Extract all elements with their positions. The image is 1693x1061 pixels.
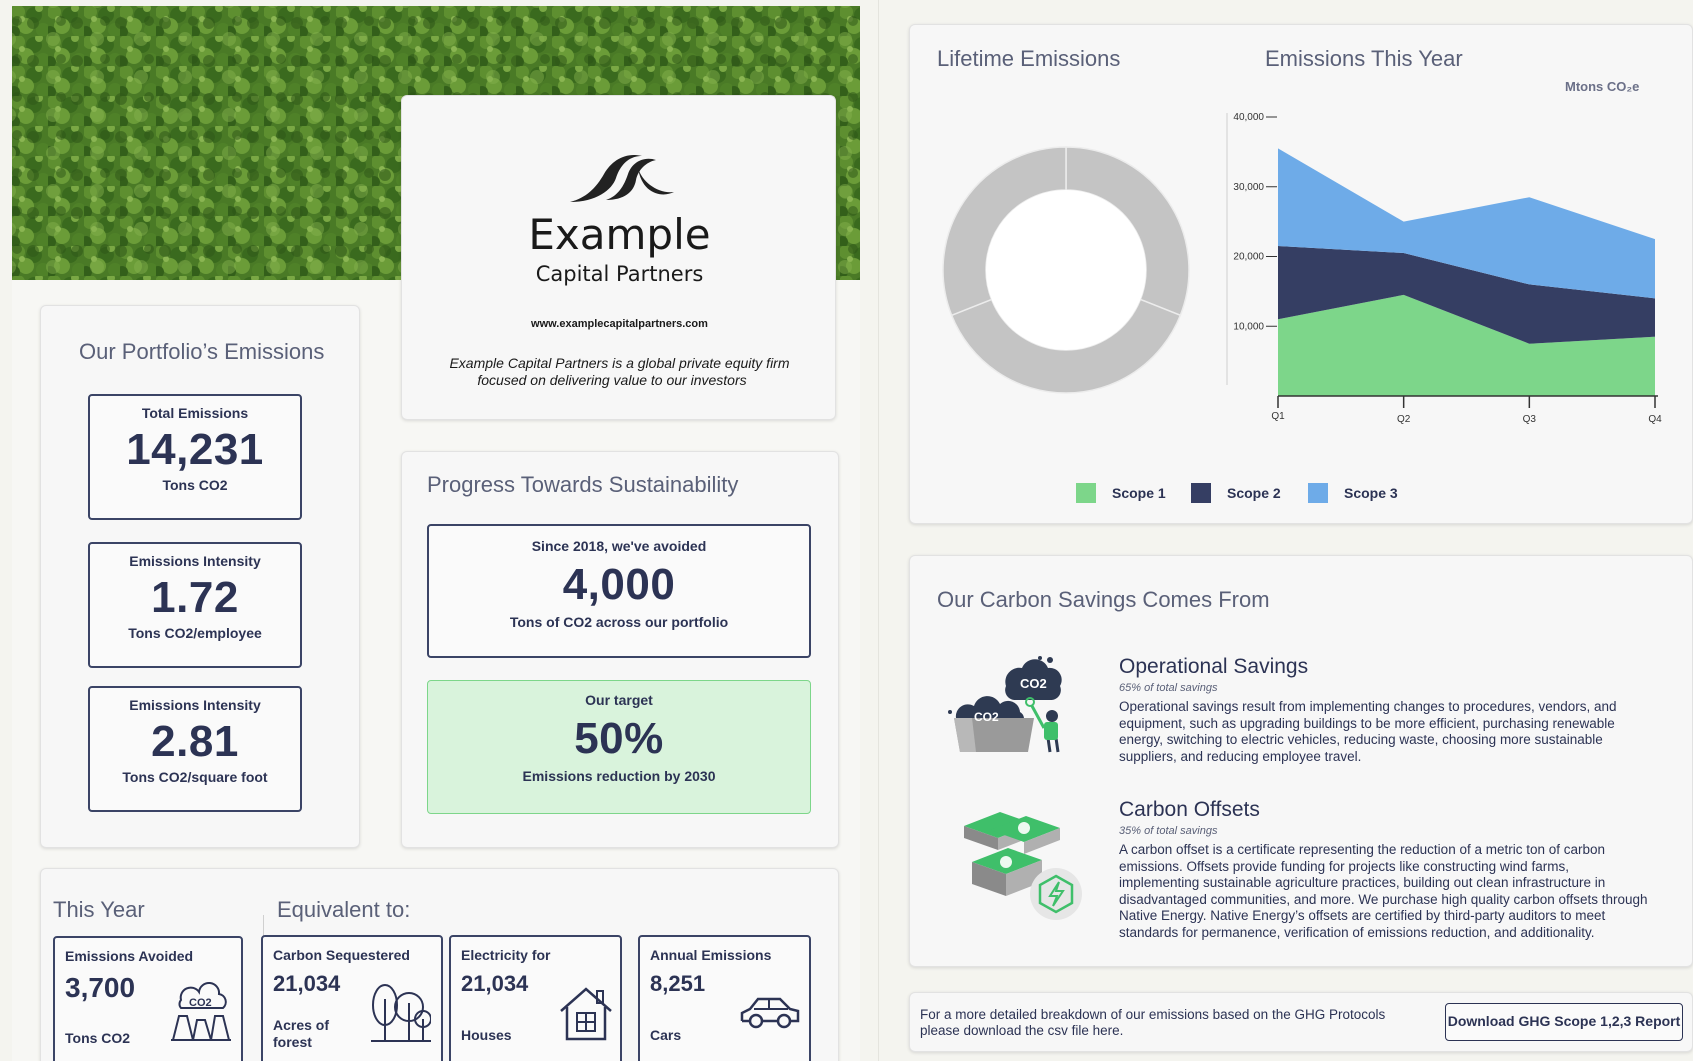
offsets-line: standards for permanence, verification o… xyxy=(1119,924,1595,940)
stat-label: Emissions Intensity xyxy=(129,553,261,569)
progress-card: Progress Towards Sustainability Since 20… xyxy=(401,451,839,848)
y-tick-label: 40,000 xyxy=(1233,112,1264,123)
legend-swatch xyxy=(1076,483,1096,503)
x-tick-label: Q4 xyxy=(1648,414,1662,425)
stat-unit: Tons CO2/employee xyxy=(128,625,262,641)
stat-label: Total Emissions xyxy=(141,405,249,421)
portfolio-heading: Our Portfolio’s Emissions xyxy=(79,339,325,364)
y-tick-label: 30,000 xyxy=(1233,182,1264,193)
annual-emissions-card: Annual Emissions 8,251 Cars xyxy=(638,935,811,1061)
operational-body: Operational savings result from implemen… xyxy=(1119,699,1679,765)
legend-swatch xyxy=(1191,483,1211,503)
offsets-title: Carbon Offsets xyxy=(1119,798,1260,821)
electricity-card: Electricity for 21,034 Houses xyxy=(449,935,622,1061)
eq-unit: Houses xyxy=(461,1027,512,1043)
eq-unit: Tons CO2 xyxy=(65,1030,131,1046)
charts-card: Lifetime Emissions Emissions This Year M… xyxy=(909,24,1693,524)
target-stat: Our target 50% Emissions reduction by 20… xyxy=(427,680,811,814)
brand-tagline-1: Example Capital Partners is a global pri… xyxy=(449,355,790,371)
offsets-line: A carbon offset is a certificate represe… xyxy=(1119,842,1606,857)
download-report-button[interactable]: Download GHG Scope 1,2,3 Report xyxy=(1445,1003,1683,1041)
eq-label: Annual Emissions xyxy=(650,947,772,963)
emissions-avoided-card: Emissions Avoided 3,700 Tons CO2 CO2 xyxy=(53,936,243,1061)
eq-unit-2: forest xyxy=(273,1034,312,1050)
stat-value: 4,000 xyxy=(562,560,676,609)
operational-sub: 65% of total savings xyxy=(1119,682,1218,694)
brand-name: Example xyxy=(528,210,711,259)
operational-line: suppliers, and reducing employee travel. xyxy=(1119,748,1362,764)
eq-value: 3,700 xyxy=(65,972,136,1003)
total-emissions-stat: Total Emissions 14,231 Tons CO2 xyxy=(88,394,302,520)
offsets-line: disadvantaged communities, and more. We … xyxy=(1119,891,1648,907)
carbon-sequestered-card: Carbon Sequestered 21,034 Acres of fores… xyxy=(261,935,443,1061)
stat-label: Emissions Intensity xyxy=(129,697,261,713)
eq-label: Emissions Avoided xyxy=(65,948,194,964)
stat-unit: Tons CO2/square foot xyxy=(122,769,268,785)
stat-value: 2.81 xyxy=(151,717,239,766)
savings-card: Our Carbon Savings Comes From CO2 CO2 Op… xyxy=(909,555,1693,967)
progress-heading: Progress Towards Sustainability xyxy=(427,472,739,497)
offsets-body: A carbon offset is a certificate represe… xyxy=(1119,842,1689,941)
stat-unit: Tons CO2 xyxy=(162,477,228,493)
emissions-area-chart: 10,000 20,000 30,000 40,000 Q1 Q2 Q3 Q4 Scope 1 S… xyxy=(1076,112,1662,503)
this-year-heading: This Year xyxy=(53,897,145,922)
operational-line: energy, switching to electric vehicles, … xyxy=(1119,732,1603,747)
stat-unit: Tons of CO2 across our portfolio xyxy=(509,614,729,630)
co2-text: CO2 xyxy=(974,710,999,724)
legend-label: Scope 1 xyxy=(1112,485,1166,501)
legend-swatch xyxy=(1308,483,1328,503)
car-icon xyxy=(740,997,800,1029)
y-tick-label: 20,000 xyxy=(1233,252,1264,263)
co2-clouds-person-icon: CO2 CO2 xyxy=(948,656,1062,753)
panel-divider xyxy=(878,0,879,1061)
brand-subtitle: Capital Partners xyxy=(535,262,704,286)
eq-unit-1: Acres of xyxy=(273,1017,330,1033)
offsets-line: implementing sustainable agriculture pra… xyxy=(1119,875,1606,890)
eq-value: 8,251 xyxy=(650,971,706,996)
eq-label: Carbon Sequestered xyxy=(273,947,410,963)
eq-unit: Cars xyxy=(650,1027,682,1043)
footer-text-2: please download the csv file here. xyxy=(920,1023,1124,1038)
eq-label: Electricity for xyxy=(461,947,551,963)
operational-line: equipment, such as upgrading buildings t… xyxy=(1119,715,1615,731)
portfolio-card: Our Portfolio’s Emissions Total Emission… xyxy=(40,305,360,848)
operational-title: Operational Savings xyxy=(1119,655,1309,678)
co2-text: CO2 xyxy=(189,997,212,1009)
brand-url[interactable]: www.examplecapitalpartners.com xyxy=(402,318,837,330)
eq-value: 21,034 xyxy=(461,971,529,996)
intensity-sqft-stat: Emissions Intensity 2.81 Tons CO2/square… xyxy=(88,686,302,812)
offsets-line: Native Energy. Native Energy’s offsets a… xyxy=(1119,908,1606,923)
wave-logo-icon xyxy=(570,154,674,202)
legend-label: Scope 2 xyxy=(1227,485,1281,501)
stat-label: Since 2018, we've avoided xyxy=(531,538,707,554)
eq-value: 21,034 xyxy=(273,971,341,996)
brand-card: Example Capital Partners www.examplecapi… xyxy=(401,95,836,420)
offsets-line: emissions. Offsets provide funding for p… xyxy=(1119,858,1569,874)
stat-value: 1.72 xyxy=(151,573,239,622)
brand-tagline-2: focused on delivering value to our inves… xyxy=(477,372,747,388)
co2-text: CO2 xyxy=(1020,676,1047,691)
intensity-employee-stat: Emissions Intensity 1.72 Tons CO2/employ… xyxy=(88,542,302,668)
savings-heading: Our Carbon Savings Comes From xyxy=(937,587,1270,612)
x-tick-label: Q3 xyxy=(1523,414,1537,425)
trees-icon xyxy=(371,984,431,1042)
legend-label: Scope 3 xyxy=(1344,485,1398,501)
x-tick-label: Q2 xyxy=(1397,414,1411,425)
stat-label: Our target xyxy=(585,692,653,708)
stat-value: 50% xyxy=(574,714,664,763)
stat-value: 14,231 xyxy=(126,425,264,474)
money-stack-icon xyxy=(964,812,1082,920)
y-tick-label: 10,000 xyxy=(1233,321,1264,332)
equivalent-heading: Equivalent to: xyxy=(277,897,411,922)
x-tick-label: Q1 xyxy=(1271,411,1285,422)
this-year-card: This Year Equivalent to: Emissions Avoid… xyxy=(40,868,839,1061)
factory-co2-icon: CO2 xyxy=(171,982,231,1041)
operational-line: Operational savings result from implemen… xyxy=(1119,699,1617,714)
stat-unit: Emissions reduction by 2030 xyxy=(522,768,716,784)
house-icon xyxy=(560,987,612,1041)
avoided-stat: Since 2018, we've avoided 4,000 Tons of … xyxy=(427,524,811,658)
footer-text-1: For a more detailed breakdown of our emi… xyxy=(920,1007,1386,1022)
offsets-sub: 35% of total savings xyxy=(1119,825,1218,837)
footer-card: For a more detailed breakdown of our emi… xyxy=(909,992,1693,1052)
